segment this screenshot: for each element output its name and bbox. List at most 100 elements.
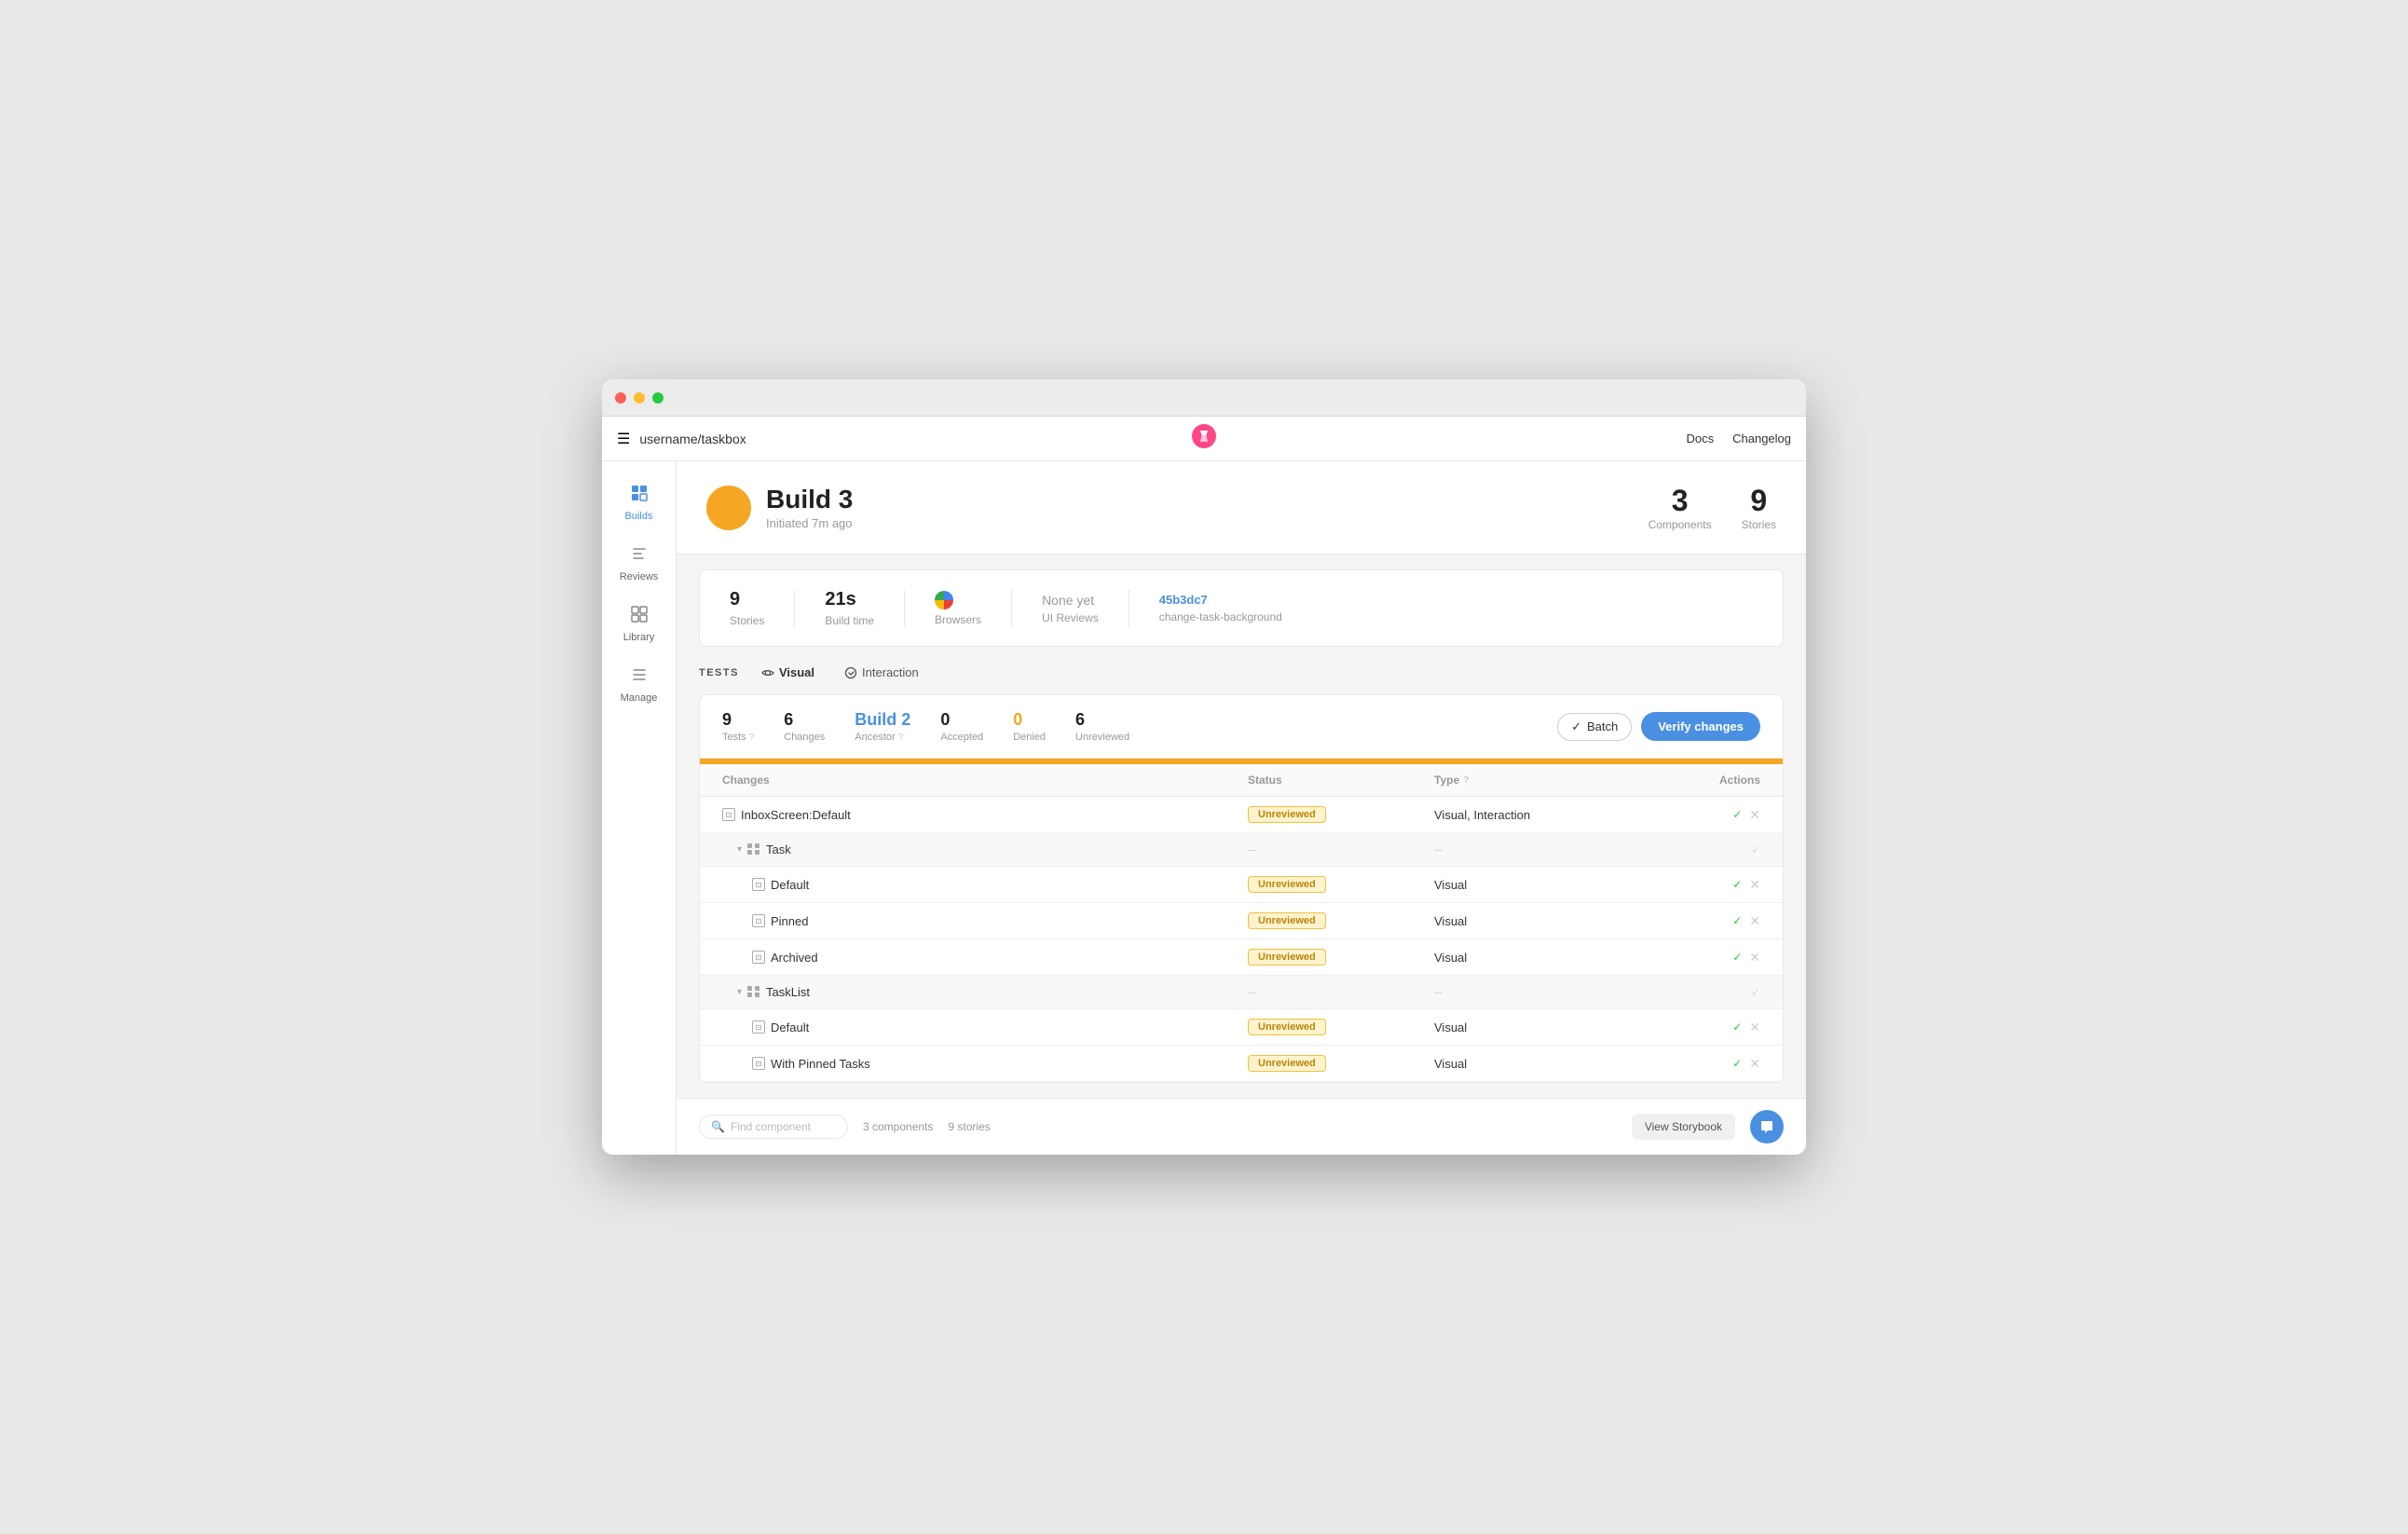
accept-icon[interactable]: ✓ [1732, 951, 1742, 964]
deny-icon[interactable]: ✕ [1749, 877, 1760, 893]
library-icon [630, 605, 649, 628]
footer-bar: 🔍 Find component 3 components 9 stories … [677, 1098, 1806, 1155]
row-type-task-default: Visual [1434, 878, 1621, 892]
storybook-button[interactable]: View Storybook [1632, 1114, 1735, 1140]
story-icon: ⊡ [752, 1057, 765, 1070]
row-name-text[interactable]: With Pinned Tasks [771, 1057, 870, 1071]
status-badge: Unreviewed [1248, 806, 1326, 823]
accept-icon[interactable]: ✓ [1732, 1020, 1742, 1034]
accepted-count: 0 [940, 710, 983, 730]
expand-icon[interactable]: ▾ [737, 844, 742, 855]
accept-icon[interactable]: ✓ [1732, 878, 1742, 891]
metric-stories: 9 Stories [730, 589, 764, 627]
row-type-task-archived: Visual [1434, 951, 1621, 965]
row-name-text[interactable]: Default [771, 878, 809, 892]
tab-visual[interactable]: Visual [754, 662, 822, 683]
main-content: Build 3 Initiated 7m ago 3 Components 9 … [677, 461, 1806, 1155]
row-name-text[interactable]: Task [766, 842, 791, 856]
deny-icon[interactable]: ✕ [1749, 1020, 1760, 1035]
interaction-icon [844, 666, 857, 679]
search-icon: 🔍 [711, 1120, 725, 1133]
row-name-text[interactable]: Archived [771, 951, 818, 965]
verify-button[interactable]: Verify changes [1641, 712, 1760, 741]
row-name-tasklist-pinned: ⊡ With Pinned Tasks [722, 1057, 1248, 1071]
changes-count: 6 [784, 710, 825, 730]
deny-icon[interactable]: ✕ [1749, 1056, 1760, 1072]
deny-icon[interactable]: ✕ [1749, 807, 1760, 823]
denied-count: 0 [1013, 710, 1046, 730]
status-badge: Unreviewed [1248, 912, 1326, 929]
table-header: Changes Status Type ? Actions [700, 764, 1783, 797]
tests-count: 9 [722, 710, 754, 730]
minimize-button[interactable] [634, 392, 645, 404]
summary-changes: 6 Changes [784, 710, 825, 743]
row-actions-task-default: ✓ ✕ [1621, 877, 1760, 893]
row-name-text[interactable]: TaskList [766, 985, 810, 999]
col-type-label: Type [1434, 774, 1459, 787]
chat-icon [1759, 1119, 1774, 1134]
status-badge: Unreviewed [1248, 949, 1326, 966]
component-grid-icon [747, 843, 760, 856]
row-type-inbox: Visual, Interaction [1434, 808, 1621, 822]
accept-icon[interactable]: ✓ [1751, 843, 1760, 856]
topnav-right: Docs Changelog [1686, 431, 1791, 445]
row-status-task-pinned: Unreviewed [1248, 912, 1434, 929]
summary-tests: 9 Tests ? [722, 710, 754, 743]
build-stats: 3 Components 9 Stories [1649, 484, 1776, 531]
changelog-link[interactable]: Changelog [1732, 431, 1791, 445]
expand-icon[interactable]: ▾ [737, 987, 742, 997]
table-row: ⊡ Pinned Unreviewed Visual ✓ ✕ [700, 903, 1783, 939]
commit-hash-link[interactable]: 45b3dc7 [1159, 593, 1282, 607]
col-actions: Actions [1621, 774, 1760, 787]
sidebar-item-library[interactable]: Library [608, 597, 671, 651]
chat-button[interactable] [1750, 1110, 1784, 1144]
summary-ancestor: Build 2 Ancestor ? [855, 710, 910, 743]
build-info: Build 3 Initiated 7m ago [766, 485, 853, 530]
deny-icon[interactable]: ✕ [1749, 913, 1760, 929]
app-logo [1191, 423, 1217, 454]
story-icon: ⊡ [752, 1020, 765, 1034]
accept-icon[interactable]: ✓ [1751, 986, 1760, 999]
sidebar-item-builds[interactable]: Builds [608, 476, 671, 529]
search-box[interactable]: 🔍 Find component [699, 1115, 848, 1139]
accept-icon[interactable]: ✓ [1732, 808, 1742, 821]
unreviewed-count: 6 [1075, 710, 1129, 730]
row-actions-task-pinned: ✓ ✕ [1621, 913, 1760, 929]
row-name-text[interactable]: Pinned [771, 914, 808, 928]
row-name-text[interactable]: Default [771, 1020, 809, 1034]
batch-button[interactable]: ✓ Batch [1557, 713, 1632, 741]
titlebar [602, 379, 1806, 417]
docs-link[interactable]: Docs [1686, 431, 1714, 445]
status-badge: Unreviewed [1248, 1019, 1326, 1035]
eye-icon [761, 666, 774, 679]
close-button[interactable] [615, 392, 626, 404]
test-actions: ✓ Batch Verify changes [1557, 712, 1760, 741]
maximize-button[interactable] [652, 392, 664, 404]
metric-ui-reviews: None yet UI Reviews [1042, 593, 1099, 624]
row-actions-tasklist-group: ✓ [1621, 986, 1760, 999]
accept-icon[interactable]: ✓ [1732, 1057, 1742, 1070]
menu-icon[interactable]: ☰ [617, 430, 630, 448]
component-grid-icon [747, 986, 760, 999]
tests-count-label: Tests ? [722, 732, 754, 743]
stories-label: Stories [1742, 518, 1776, 531]
table-row: ⊡ Archived Unreviewed Visual ✓ ✕ [700, 939, 1783, 976]
accept-icon[interactable]: ✓ [1732, 914, 1742, 927]
ancestor-value[interactable]: Build 2 [855, 710, 910, 730]
changes-label: Changes [784, 732, 825, 743]
sidebar-item-reviews[interactable]: Reviews [608, 537, 671, 590]
row-actions-tasklist-default: ✓ ✕ [1621, 1020, 1760, 1035]
row-name-text[interactable]: InboxScreen:Default [741, 808, 851, 822]
row-status-inbox: Unreviewed [1248, 806, 1434, 823]
sidebar-item-manage[interactable]: Manage [608, 658, 671, 711]
table-row: ⊡ Default Unreviewed Visual ✓ ✕ [700, 1009, 1783, 1046]
tab-interaction[interactable]: Interaction [837, 662, 926, 683]
deny-icon[interactable]: ✕ [1749, 950, 1760, 966]
app-layout: Builds Reviews [602, 461, 1806, 1155]
components-info: 3 components [863, 1120, 933, 1133]
tab-interaction-label: Interaction [862, 665, 919, 679]
table-row: ▾ TaskList -- -- ✓ [700, 976, 1783, 1009]
row-type-task-pinned: Visual [1434, 914, 1621, 928]
tests-section-title: TESTS [699, 667, 739, 678]
summary-denied: 0 Denied [1013, 710, 1046, 743]
